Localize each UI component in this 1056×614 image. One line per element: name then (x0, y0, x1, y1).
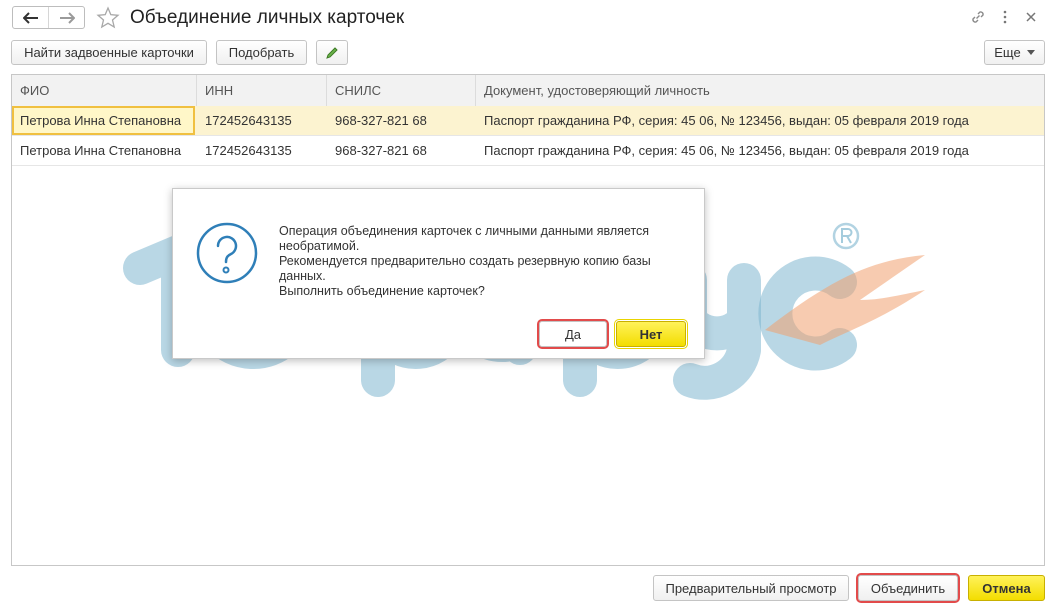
nav-buttons (12, 6, 85, 29)
star-icon (96, 6, 120, 29)
cell-fio[interactable]: Петрова Инна Степановна (12, 106, 195, 135)
menu-button[interactable] (995, 7, 1015, 27)
table-row[interactable]: Петрова Инна Степановна 172452643135 968… (12, 136, 1044, 166)
cell-snils[interactable]: 968-327-821 68 (327, 136, 476, 165)
close-button[interactable] (1021, 7, 1041, 27)
pick-button[interactable]: Подобрать (216, 40, 307, 65)
dialog-line: Выполнить объединение карточек? (279, 284, 485, 298)
link-button[interactable] (968, 7, 988, 27)
dialog-message: Операция объединения карточек с личными … (279, 224, 689, 299)
yes-button[interactable]: Да (537, 319, 609, 349)
question-icon (196, 222, 258, 284)
dialog-line: Рекомендуется предварительно создать рез… (279, 254, 651, 268)
forward-button[interactable] (48, 7, 84, 28)
no-button[interactable]: Нет (614, 319, 688, 349)
cell-inn[interactable]: 172452643135 (197, 136, 327, 165)
back-button[interactable] (13, 7, 48, 28)
link-icon (972, 11, 984, 23)
column-header-snils[interactable]: СНИЛС (327, 75, 476, 106)
edit-button[interactable] (316, 40, 348, 65)
find-duplicates-button[interactable]: Найти задвоенные карточки (11, 40, 207, 65)
page-title: Объединение личных карточек (130, 7, 405, 28)
arrow-right-icon (59, 11, 75, 24)
cell-snils[interactable]: 968-327-821 68 (327, 106, 476, 135)
table-row[interactable]: Петрова Инна Степановна 172452643135 968… (12, 106, 1044, 136)
more-button[interactable]: Еще (984, 40, 1045, 65)
merge-button[interactable]: Объединить (856, 573, 960, 603)
close-icon (1026, 12, 1036, 22)
column-header-fio[interactable]: ФИО (12, 75, 197, 106)
cell-document[interactable]: Паспорт гражданина РФ, серия: 45 06, № 1… (476, 106, 1046, 135)
column-header-document[interactable]: Документ, удостоверяющий личность (476, 75, 1046, 106)
more-vertical-icon (1003, 10, 1007, 24)
chevron-down-icon (1026, 50, 1035, 55)
cancel-button[interactable]: Отмена (968, 575, 1045, 601)
confirm-dialog: Операция объединения карточек с личными … (172, 188, 705, 359)
column-header-inn[interactable]: ИНН (197, 75, 327, 106)
dialog-line: необратимой. (279, 239, 360, 253)
arrow-left-icon (22, 11, 38, 24)
favorite-button[interactable] (96, 6, 120, 30)
cell-document[interactable]: Паспорт гражданина РФ, серия: 45 06, № 1… (476, 136, 1046, 165)
table-header: ФИО ИНН СНИЛС Документ, удостоверяющий л… (12, 75, 1044, 107)
cell-inn[interactable]: 172452643135 (197, 106, 327, 135)
preview-button[interactable]: Предварительный просмотр (653, 575, 849, 601)
pencil-icon (326, 46, 338, 59)
dialog-line: данных. (279, 269, 326, 283)
dialog-line: Операция объединения карточек с личными … (279, 224, 650, 238)
cell-fio[interactable]: Петрова Инна Степановна (12, 136, 197, 165)
more-label: Еще (994, 45, 1021, 60)
